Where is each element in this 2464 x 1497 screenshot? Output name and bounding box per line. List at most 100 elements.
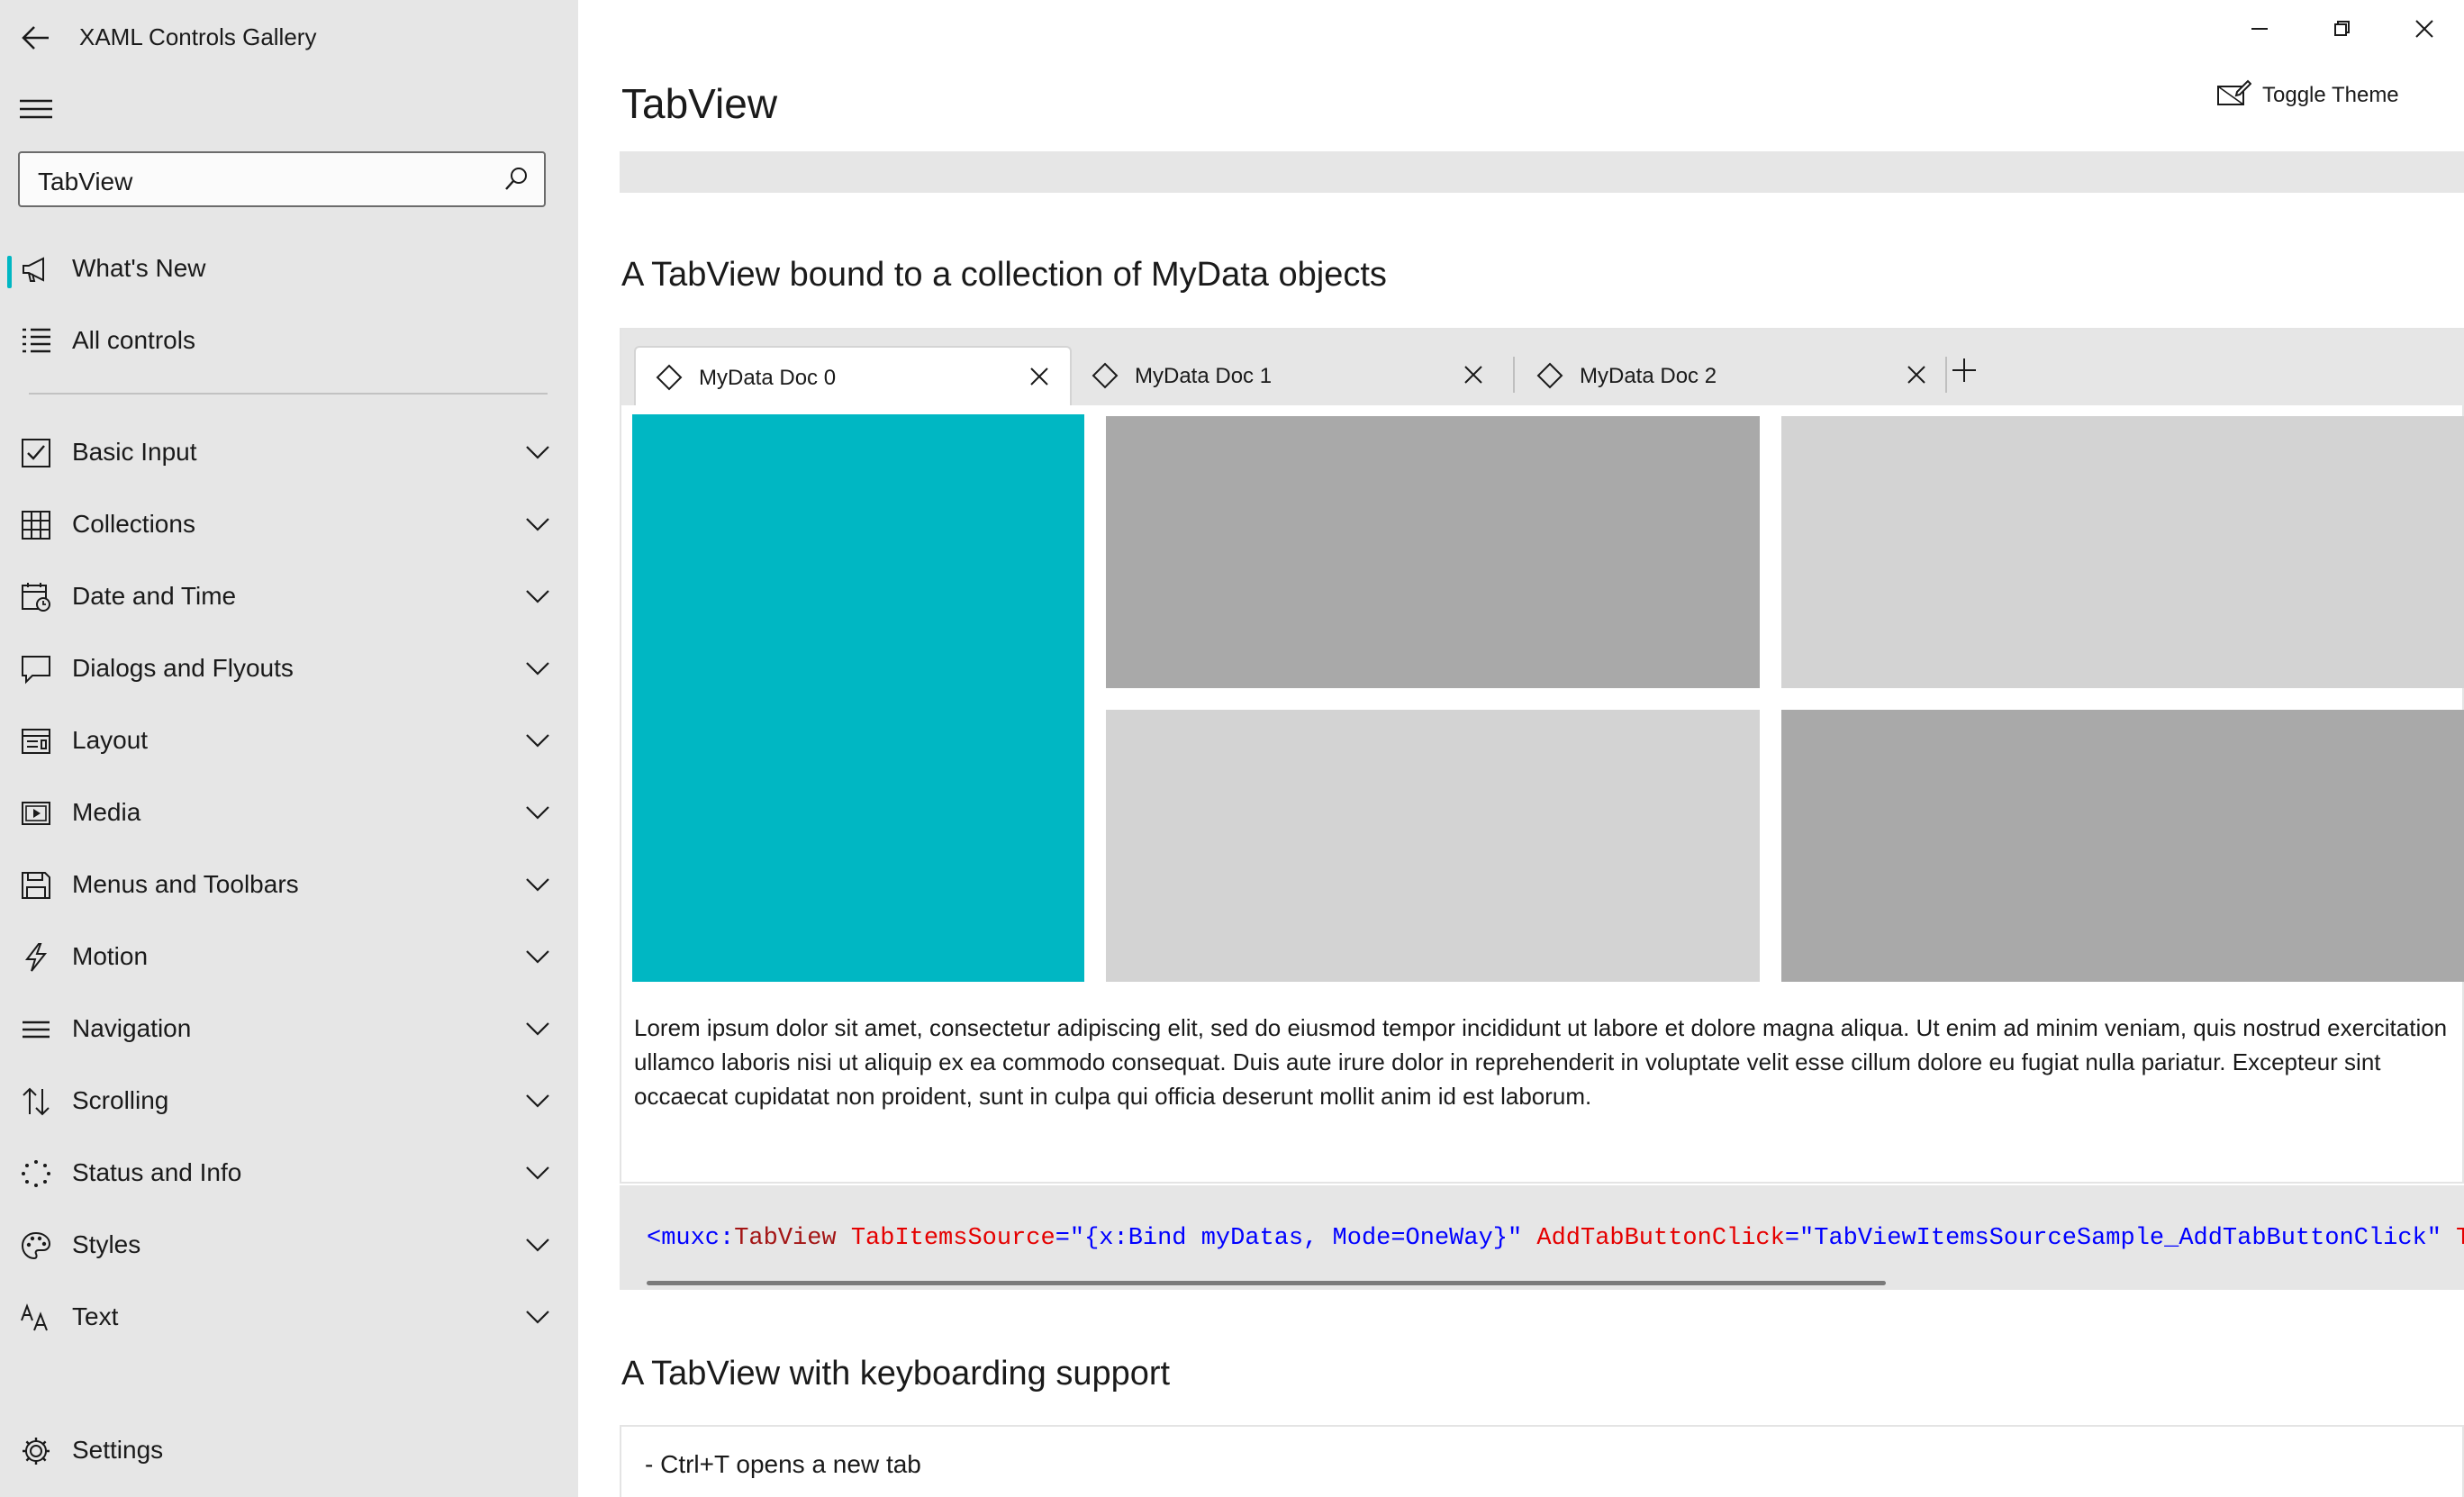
search-icon[interactable]: [503, 166, 530, 193]
code-snippet-strip: [620, 151, 2464, 193]
tab-separator: [1945, 357, 1947, 393]
hamburger-menu-button[interactable]: [18, 94, 54, 124]
chevron-down-icon[interactable]: [524, 585, 551, 607]
font-size-icon: [21, 1303, 48, 1331]
nav-item-label: Collections: [72, 510, 195, 538]
nav-item-label: Text: [72, 1302, 119, 1330]
code-token: =": [1784, 1225, 1815, 1252]
tab-mydata-doc-2[interactable]: MyData Doc 2: [1517, 346, 1947, 405]
nav-item-whats-new[interactable]: What's New: [0, 232, 578, 304]
back-button[interactable]: [18, 20, 54, 56]
placeholder-diamond-icon: [1536, 362, 1563, 389]
nav-item-navigation[interactable]: Navigation: [0, 993, 578, 1065]
chevron-down-icon[interactable]: [524, 946, 551, 967]
close-tab-icon[interactable]: [1028, 366, 1050, 387]
close-window-button[interactable]: [2397, 13, 2451, 45]
code-line: <muxc:TabView TabItemsSource="{x:Bind my…: [647, 1225, 2464, 1252]
chevron-down-icon[interactable]: [524, 658, 551, 679]
tab-label: MyData Doc 0: [699, 366, 837, 390]
code-token: TabItemsSource: [836, 1225, 1055, 1252]
layout-icon: [22, 729, 50, 754]
chevron-down-icon[interactable]: [524, 513, 551, 535]
keyboarding-example-container: - Ctrl+T opens a new tab: [620, 1425, 2464, 1497]
nav-item-date-and-time[interactable]: Date and Time: [0, 560, 578, 632]
list-icon: [23, 328, 50, 353]
close-tab-icon[interactable]: [1463, 364, 1484, 386]
nav-item-motion[interactable]: Motion: [0, 921, 578, 993]
nav-item-label: What's New: [72, 254, 206, 282]
code-token: {x:Bind myDatas, Mode=OneWay}: [1084, 1225, 1508, 1252]
navigation-pane: XAML Controls Gallery TabView What's New…: [0, 0, 578, 1497]
nav-item-label: Settings: [72, 1436, 164, 1464]
xaml-code-block[interactable]: <muxc:TabView TabItemsSource="{x:Bind my…: [620, 1185, 2464, 1290]
chevron-down-icon[interactable]: [524, 1018, 551, 1039]
nav-item-media[interactable]: Media: [0, 776, 578, 848]
nav-item-label: Styles: [72, 1230, 141, 1258]
nav-item-collections[interactable]: Collections: [0, 488, 578, 560]
minimize-button[interactable]: [2232, 13, 2286, 45]
nav-item-dialogs-and-flyouts[interactable]: Dialogs and Flyouts: [0, 632, 578, 704]
search-input[interactable]: TabView: [38, 168, 132, 196]
nav-item-label: Dialogs and Flyouts: [72, 654, 294, 682]
content-tile-accent: [632, 414, 1084, 982]
placeholder-diamond-icon: [1092, 362, 1119, 389]
lightning-icon: [24, 943, 48, 972]
chevron-down-icon[interactable]: [524, 1306, 551, 1328]
search-box[interactable]: TabView: [18, 151, 546, 207]
nav-item-settings[interactable]: Settings: [0, 1414, 578, 1486]
app-title: XAML Controls Gallery: [79, 23, 317, 50]
placeholder-diamond-icon: [656, 364, 683, 391]
tab-mydata-doc-1[interactable]: MyData Doc 1: [1072, 346, 1504, 405]
palette-icon: [21, 1231, 51, 1260]
code-token: AddTabButtonClick: [1522, 1225, 1785, 1252]
content-tile: [1781, 416, 2464, 688]
toggle-theme-label: Toggle Theme: [2262, 83, 2399, 107]
nav-item-label: Status and Info: [72, 1158, 242, 1186]
code-token: :: [720, 1225, 735, 1252]
chevron-down-icon[interactable]: [524, 1234, 551, 1256]
chevron-down-icon[interactable]: [524, 730, 551, 751]
close-icon: [2415, 20, 2433, 38]
nav-item-label: Date and Time: [72, 582, 237, 610]
nav-item-label: Media: [72, 798, 141, 826]
nav-item-styles[interactable]: Styles: [0, 1209, 578, 1281]
close-tab-icon[interactable]: [1906, 364, 1927, 386]
chevron-down-icon[interactable]: [524, 1090, 551, 1111]
chevron-down-icon[interactable]: [524, 874, 551, 895]
section-title: A TabView bound to a collection of MyDat…: [621, 256, 1387, 294]
nav-item-text[interactable]: Text: [0, 1281, 578, 1353]
nav-item-basic-input[interactable]: Basic Input: [0, 416, 578, 488]
nav-item-scrolling[interactable]: Scrolling: [0, 1065, 578, 1137]
nav-item-status-and-info[interactable]: Status and Info: [0, 1137, 578, 1209]
tab-label: MyData Doc 2: [1580, 364, 1717, 388]
nav-item-label: Menus and Toolbars: [72, 870, 299, 898]
nav-item-menus-and-toolbars[interactable]: Menus and Toolbars: [0, 848, 578, 921]
restore-button[interactable]: [2315, 13, 2369, 45]
code-token: <muxc: [647, 1225, 720, 1252]
lorem-paragraph: Lorem ipsum dolor sit amet, consectetur …: [634, 1014, 2448, 1110]
chevron-down-icon[interactable]: [524, 441, 551, 463]
content-area: TabView Toggle Theme A TabView bound to …: [578, 0, 2464, 1497]
nav-item-label: Navigation: [72, 1014, 192, 1042]
code-token: TabCl: [2456, 1225, 2464, 1252]
nav-item-label: Basic Input: [72, 438, 197, 466]
nav-item-label: Motion: [72, 942, 149, 970]
chevron-down-icon[interactable]: [524, 1162, 551, 1184]
nav-item-layout[interactable]: Layout: [0, 704, 578, 776]
checkbox-icon: [22, 439, 50, 467]
chevron-down-icon[interactable]: [524, 802, 551, 823]
scroll-arrows-icon: [23, 1087, 50, 1116]
navigation-lines-icon: [23, 1021, 50, 1039]
calendar-clock-icon: [22, 583, 50, 612]
grid-icon: [22, 511, 50, 540]
example-tabview-container: MyData Doc 0 MyData Doc 1 MyData Doc 2 L…: [620, 328, 2464, 1184]
nav-item-label: All controls: [72, 326, 195, 354]
nav-item-label: Scrolling: [72, 1086, 169, 1114]
instruction-line: - Ctrl+T opens a new tab: [645, 1450, 921, 1478]
tab-mydata-doc-0[interactable]: MyData Doc 0: [634, 346, 1072, 405]
horizontal-scrollbar[interactable]: [647, 1281, 1886, 1285]
code-token: ": [2426, 1225, 2441, 1252]
nav-item-all-controls[interactable]: All controls: [0, 304, 578, 377]
speech-bubble-icon: [22, 656, 50, 685]
add-tab-icon[interactable]: [1949, 355, 1979, 386]
